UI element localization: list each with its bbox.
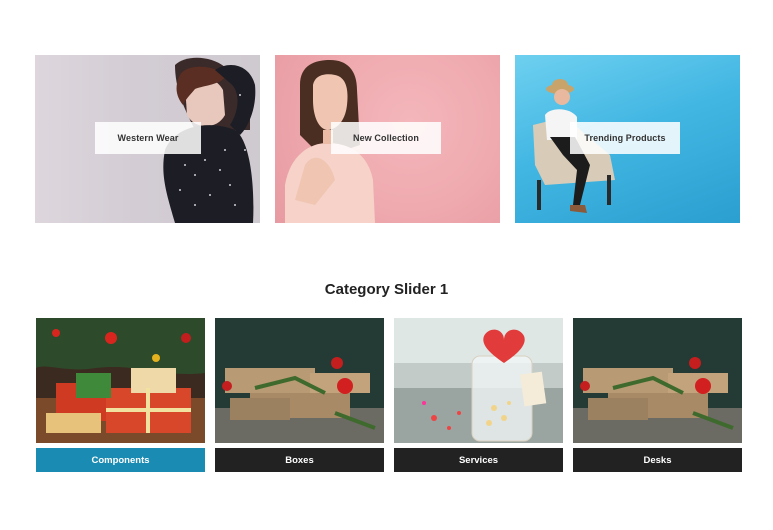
banner-western-wear[interactable]: Western Wear bbox=[35, 55, 260, 223]
banner-label: Western Wear bbox=[95, 122, 201, 154]
section-title: Category Slider 1 bbox=[324, 281, 449, 298]
category-button[interactable]: Desks bbox=[573, 448, 742, 472]
category-card-components[interactable]: Components bbox=[36, 318, 205, 472]
category-card-desks[interactable]: Desks bbox=[573, 318, 742, 472]
category-button[interactable]: Services bbox=[394, 448, 563, 472]
banner-label: New Collection bbox=[331, 122, 441, 154]
gift-boxes-photo bbox=[215, 318, 384, 443]
banner-label: Trending Products bbox=[570, 122, 680, 154]
banner-new-collection[interactable]: New Collection bbox=[275, 55, 500, 223]
banner-trending-products[interactable]: Trending Products bbox=[515, 55, 740, 223]
category-card-services[interactable]: Services bbox=[394, 318, 563, 472]
gift-boxes-photo bbox=[573, 318, 742, 443]
category-button[interactable]: Boxes bbox=[215, 448, 384, 472]
category-button[interactable]: Components bbox=[36, 448, 205, 472]
christmas-presents-photo bbox=[36, 318, 205, 443]
heart-jar-photo bbox=[394, 318, 563, 443]
category-card-boxes[interactable]: Boxes bbox=[215, 318, 384, 472]
